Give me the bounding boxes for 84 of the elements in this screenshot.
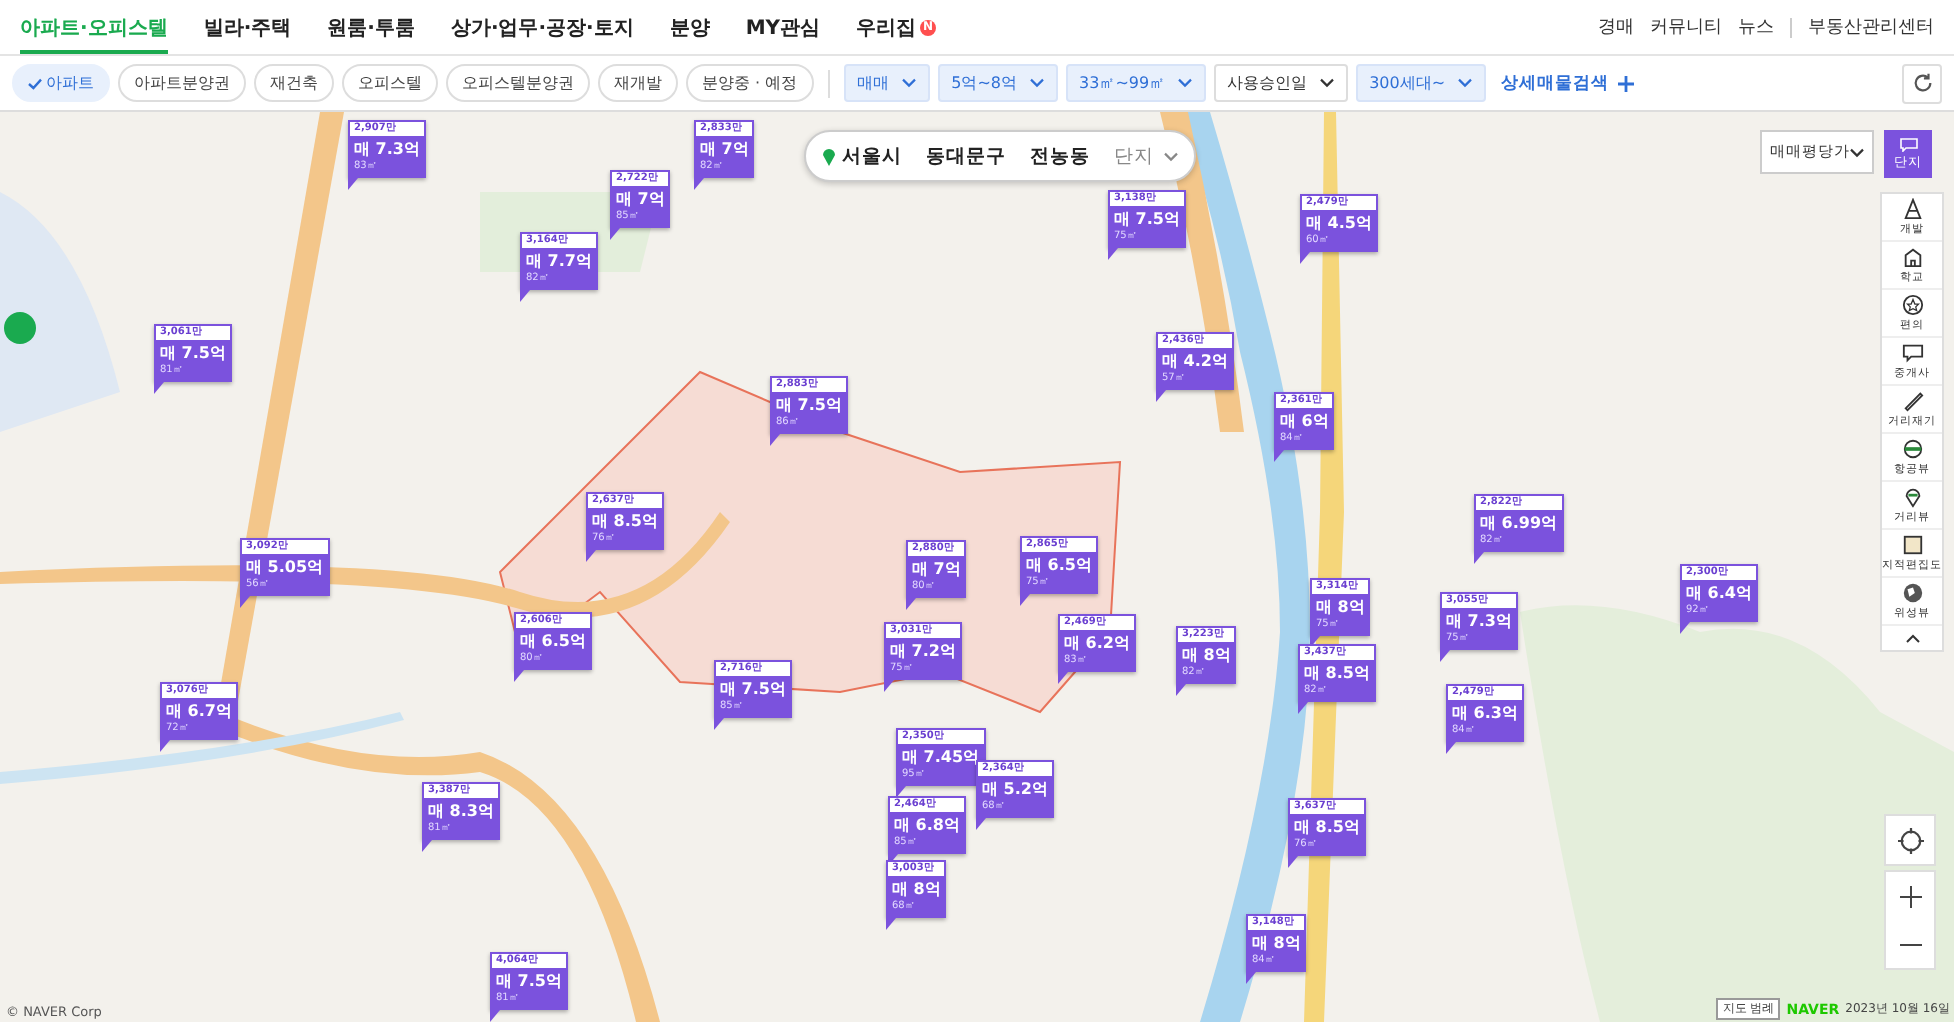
filter-dropdown[interactable]: 매매 — [843, 64, 930, 102]
chevron-down-icon — [901, 78, 916, 88]
chevron-down-icon — [1850, 147, 1864, 157]
globe-icon — [1901, 582, 1923, 604]
nav-tab[interactable]: 원룸·투룸 — [327, 0, 415, 54]
price-label: 매 7.2억 — [888, 640, 958, 662]
price-label: 매 6.7억 — [164, 700, 234, 722]
price-label: 매 7.7억 — [524, 250, 594, 272]
map-grid-icon — [1901, 534, 1923, 556]
price-label: 매 8억 — [1314, 596, 1367, 618]
filter-chip[interactable]: 아파트 — [12, 64, 110, 102]
chevron-down-icon — [1029, 78, 1044, 88]
price-label: 매 4.2억 — [1160, 350, 1230, 372]
chevron-down-icon — [1319, 78, 1334, 88]
price-label: 매 7.5억 — [774, 394, 844, 416]
chevron-down-icon — [1164, 151, 1178, 161]
pin-icon — [1901, 486, 1923, 508]
price-label: 매 6.3억 — [1450, 702, 1520, 724]
location-pin-icon — [822, 146, 836, 166]
plus-icon — [1899, 885, 1921, 907]
nav-link[interactable]: 부동산관리센터 — [1808, 14, 1934, 40]
price-label: 매 8억 — [1180, 644, 1233, 666]
filter-dropdown[interactable]: 5억~8억 — [937, 64, 1058, 102]
nav-link[interactable]: 커뮤니티 — [1650, 14, 1722, 40]
price-label: 매 7.3억 — [352, 138, 422, 160]
price-label: 매 8.3억 — [426, 800, 496, 822]
filter-dropdown[interactable]: 300세대~ — [1355, 64, 1486, 102]
filter-dropdown[interactable]: 사용승인일 — [1213, 64, 1348, 102]
filter-dropdown[interactable]: 33㎡~99㎡ — [1065, 64, 1206, 102]
ruler-icon — [1901, 390, 1923, 412]
nav-tab[interactable]: 빌라·주택 — [203, 0, 292, 54]
crosshair-icon — [1897, 827, 1923, 853]
nav-tab[interactable]: 상가·업무·공장·토지 — [450, 0, 634, 54]
plus-icon — [1617, 75, 1634, 91]
nav-tab[interactable]: MY관심 — [745, 0, 821, 54]
price-label: 매 8.5억 — [1292, 816, 1362, 838]
cone-icon — [1901, 198, 1923, 220]
location-region[interactable]: 동대문구 — [926, 143, 1006, 169]
price-label: 매 6.4억 — [1684, 582, 1754, 604]
filter-chip[interactable]: 재건축 — [254, 64, 334, 102]
nav-link[interactable]: 뉴스 — [1738, 14, 1774, 40]
price-label: 매 7억 — [698, 138, 751, 160]
price-label: 매 8.5억 — [590, 510, 660, 532]
price-label: 매 7.3억 — [1444, 610, 1514, 632]
filter-chip[interactable]: 오피스텔 — [342, 64, 438, 102]
school-icon — [1901, 246, 1923, 268]
price-label: 매 6.99억 — [1478, 512, 1560, 534]
price-label: 매 7.5억 — [158, 342, 228, 364]
price-label: 매 4.5억 — [1304, 212, 1374, 234]
price-label: 매 6.2억 — [1062, 632, 1132, 654]
chevron-up-icon — [1905, 633, 1919, 643]
nav-tab[interactable]: 분양 — [669, 0, 710, 54]
star-circle-icon — [1901, 294, 1923, 316]
filter-chip[interactable]: 오피스텔분양권 — [446, 64, 590, 102]
price-label: 매 6.5억 — [1024, 554, 1094, 576]
chevron-down-icon — [1177, 78, 1192, 88]
price-label: 매 7억 — [910, 558, 963, 580]
price-label: 매 6억 — [1278, 410, 1331, 432]
refresh-button[interactable] — [1902, 63, 1942, 103]
location-region[interactable]: 전농동 — [1030, 143, 1090, 169]
filter-chip[interactable]: 아파트분양권 — [118, 64, 246, 102]
price-label: 매 5.2억 — [980, 778, 1050, 800]
price-label: 매 6.8억 — [892, 814, 962, 836]
refresh-icon — [1911, 72, 1933, 94]
price-label: 매 6.5억 — [518, 630, 588, 652]
price-label: 매 7.5억 — [494, 970, 564, 992]
price-label: 매 5.05억 — [244, 556, 326, 578]
filter-chip[interactable]: 재개발 — [598, 64, 678, 102]
location-region[interactable]: 서울시 — [822, 143, 902, 169]
nav-link[interactable]: 경매 — [1598, 14, 1634, 40]
price-label: 매 8억 — [1250, 932, 1303, 954]
detail-search-link[interactable]: 상세매물검색 — [1501, 71, 1634, 95]
chat-icon — [1901, 342, 1923, 364]
price-label: 매 7.5억 — [718, 678, 788, 700]
price-label: 매 8억 — [890, 878, 943, 900]
filter-chip[interactable]: 분양중 · 예정 — [686, 64, 814, 102]
price-label: 매 7억 — [614, 188, 667, 210]
check-icon — [28, 77, 42, 89]
price-label: 매 7.5억 — [1112, 208, 1182, 230]
location-mode-dropdown[interactable]: 단지 — [1114, 143, 1178, 169]
price-label: 매 8.5억 — [1302, 662, 1372, 684]
price-label: 매 7.45억 — [900, 746, 982, 768]
chevron-down-icon — [1457, 78, 1472, 88]
chat-icon — [1899, 137, 1917, 151]
